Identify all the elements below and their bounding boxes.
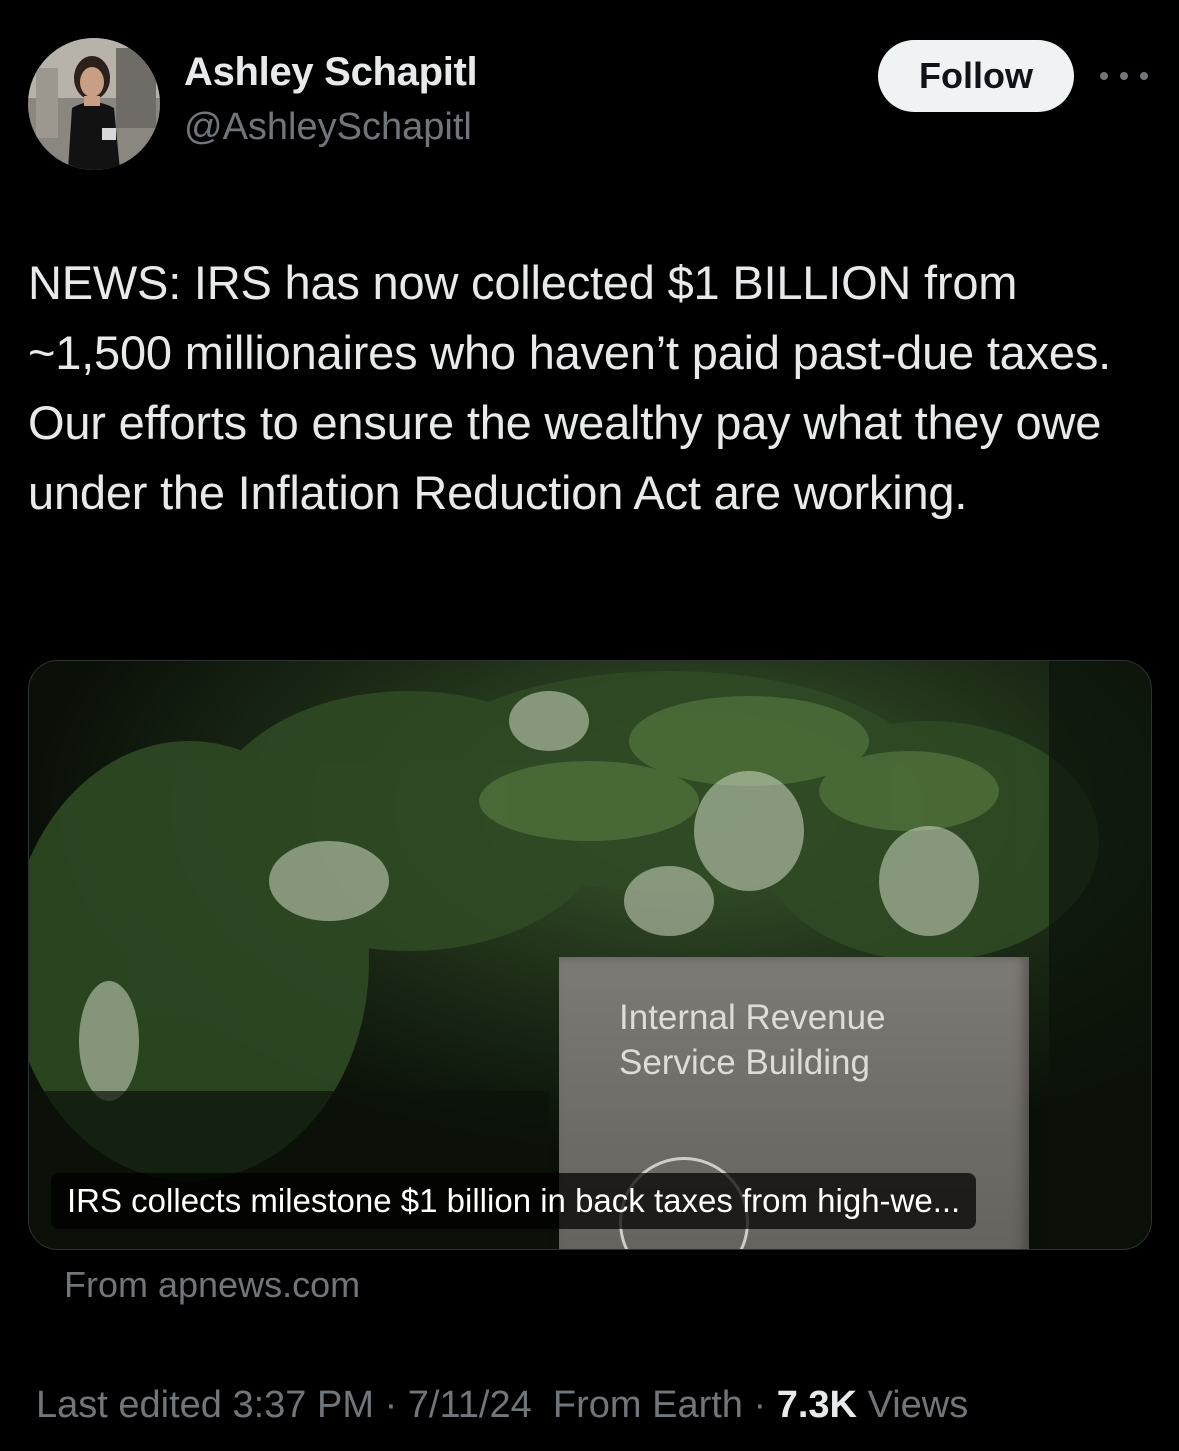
- views-label[interactable]: Views: [868, 1384, 969, 1426]
- sign-line-2: Service Building: [619, 1043, 870, 1082]
- avatar[interactable]: [28, 38, 160, 170]
- views-count[interactable]: 7.3K: [777, 1384, 857, 1426]
- link-source[interactable]: From apnews.com: [64, 1264, 360, 1306]
- link-card[interactable]: Internal Revenue Service Building IRS co…: [28, 660, 1152, 1250]
- tweet-meta: Last edited 3:37 PM · 7/11/24 From Earth…: [36, 1384, 968, 1427]
- user-handle[interactable]: @AshleySchapitl: [184, 106, 472, 149]
- sign-line-1: Internal Revenue: [619, 998, 886, 1037]
- more-horizontal-icon[interactable]: [1100, 66, 1148, 86]
- card-headline: IRS collects milestone $1 billion in bac…: [51, 1173, 977, 1229]
- tweet-time[interactable]: 3:37 PM: [232, 1384, 374, 1426]
- display-name[interactable]: Ashley Schapitl: [184, 50, 478, 95]
- separator: ·: [753, 1384, 767, 1426]
- sign-text: Internal Revenue Service Building: [619, 995, 886, 1085]
- separator: ·: [384, 1384, 398, 1426]
- tweet-text: NEWS: IRS has now collected $1 BILLION f…: [28, 256, 1112, 519]
- tweet-date[interactable]: 7/11/24: [408, 1384, 532, 1426]
- tweet-view: Ashley Schapitl @AshleySchapitl Follow N…: [0, 0, 1179, 1451]
- tweet-location: From Earth: [552, 1384, 743, 1426]
- follow-button[interactable]: Follow: [878, 40, 1074, 112]
- edited-label[interactable]: Last edited: [36, 1384, 222, 1426]
